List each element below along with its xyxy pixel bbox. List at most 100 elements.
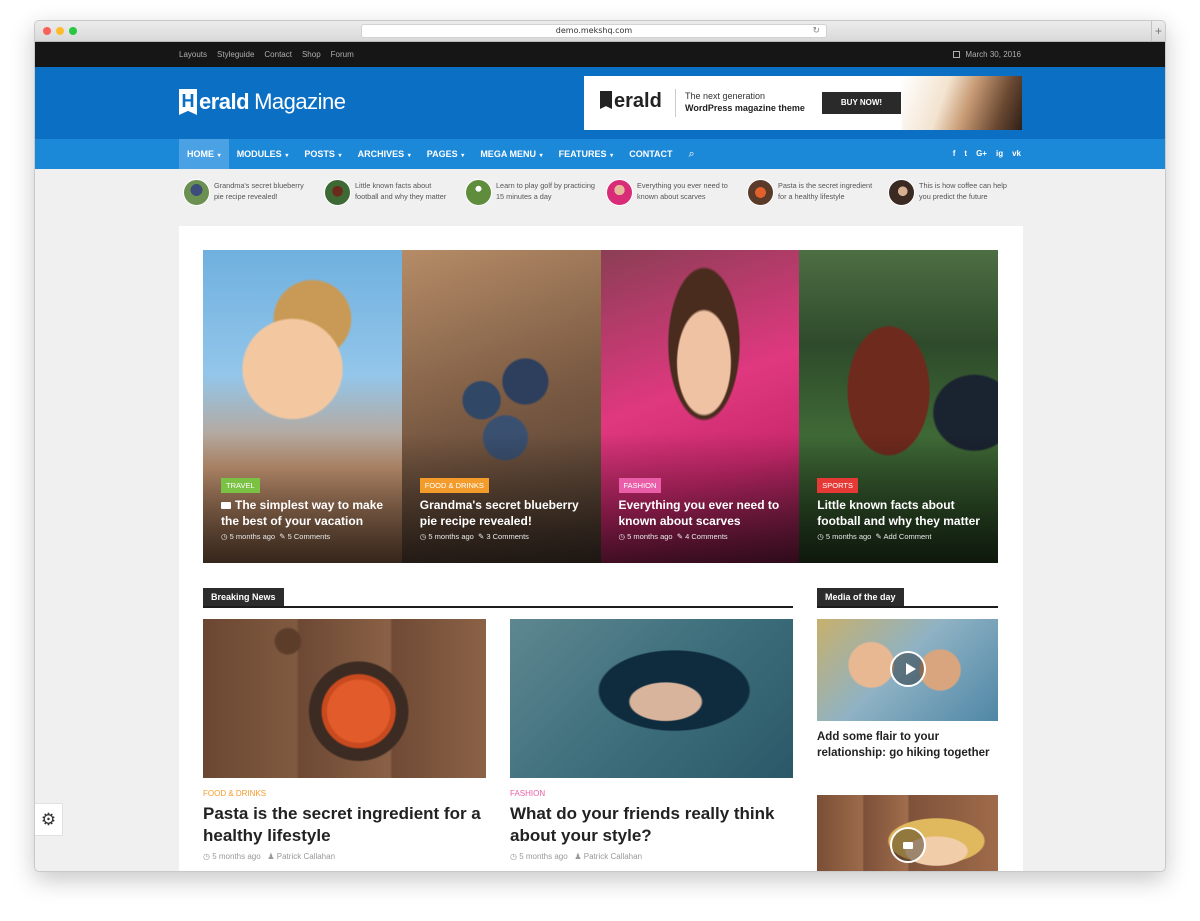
- banner-photo: [902, 76, 1022, 130]
- main-navigation: HOME ▾ MODULES ▾ POSTS ▾ ARCHIVES ▾ PAGE…: [35, 139, 1165, 169]
- post-meta: ◷ 5 months ago ♟ Patrick Callahan: [203, 852, 486, 861]
- ticker-title: Grandma's secret blueberry pie recipe re…: [214, 181, 304, 201]
- nav-label: FEATURES: [558, 149, 607, 159]
- featured-title[interactable]: Grandma's secret blueberry pie recipe re…: [420, 497, 588, 529]
- twitter-icon[interactable]: t: [964, 139, 967, 169]
- featured-card[interactable]: SPORTS Little known facts about football…: [799, 250, 998, 563]
- buy-now-button[interactable]: BUY NOW!: [822, 92, 901, 114]
- top-link-contact[interactable]: Contact: [264, 42, 292, 67]
- featured-card[interactable]: FASHION Everything you ever need to know…: [600, 250, 800, 563]
- breaking-post: FOOD & DRINKS Pasta is the secret ingred…: [203, 619, 486, 861]
- category-badge[interactable]: TRAVEL: [221, 478, 260, 493]
- top-link-styleguide[interactable]: Styleguide: [217, 42, 254, 67]
- reload-icon[interactable]: ↻: [812, 25, 820, 37]
- post-title[interactable]: What do your friends really think about …: [510, 803, 793, 847]
- logo-mark-icon: H: [179, 89, 197, 115]
- ticker-item[interactable]: Pasta is the secret ingredient for a hea…: [747, 179, 888, 219]
- nav-item-home[interactable]: HOME ▾: [179, 139, 229, 169]
- post-comments[interactable]: 5 Comments: [288, 532, 331, 541]
- post-author[interactable]: Patrick Callahan: [277, 852, 335, 861]
- post-author[interactable]: Patrick Callahan: [584, 852, 642, 861]
- header-banner-ad[interactable]: erald The next generation WordPress maga…: [584, 76, 1022, 130]
- post-time: 5 months ago: [627, 532, 673, 541]
- nav-label: ARCHIVES: [357, 149, 405, 159]
- nav-item-posts[interactable]: POSTS ▾: [296, 139, 349, 169]
- post-time: 5 months ago: [428, 532, 474, 541]
- nav-item-mega-menu[interactable]: MEGA MENU ▾: [472, 139, 550, 169]
- play-icon[interactable]: [890, 651, 926, 687]
- category-badge[interactable]: FOOD & DRINKS: [419, 478, 489, 493]
- breaking-news-header: Breaking News: [203, 588, 793, 608]
- ticker-item[interactable]: This is how coffee can help you predict …: [888, 179, 1029, 219]
- instagram-icon[interactable]: ig: [996, 139, 1003, 169]
- post-image[interactable]: [203, 619, 486, 778]
- nav-item-archives[interactable]: ARCHIVES ▾: [350, 139, 419, 169]
- site-header: H erald Magazine erald The next generati…: [35, 67, 1165, 139]
- post-image[interactable]: [510, 619, 793, 778]
- nav-item-features[interactable]: FEATURES ▾: [551, 139, 622, 169]
- banner-logo-icon: [600, 91, 612, 109]
- media-title[interactable]: Add some flair to your relationship: go …: [817, 729, 998, 761]
- media-item: [817, 795, 998, 871]
- top-link-layouts[interactable]: Layouts: [179, 42, 207, 67]
- ticker-title: Pasta is the secret ingredient for a hea…: [778, 181, 873, 201]
- top-link-shop[interactable]: Shop: [302, 42, 321, 67]
- nav-label: PAGES: [426, 149, 458, 159]
- minimize-window-button[interactable]: [56, 27, 64, 35]
- search-icon[interactable]: ⌕: [681, 139, 703, 169]
- featured-title[interactable]: Everything you ever need to known about …: [619, 497, 787, 529]
- new-tab-button[interactable]: +: [1151, 21, 1165, 41]
- clock-icon: ◷: [618, 532, 628, 541]
- post-category[interactable]: FOOD & DRINKS: [203, 789, 486, 798]
- site-logo[interactable]: H erald Magazine: [179, 89, 346, 115]
- address-bar[interactable]: demo.mekshq.com ↻: [361, 24, 827, 38]
- calendar-icon: [953, 51, 961, 58]
- banner-tagline-bold: WordPress magazine theme: [685, 103, 805, 113]
- banner-logo-text: erald: [614, 90, 662, 112]
- post-time: 5 months ago: [229, 532, 276, 541]
- close-window-button[interactable]: [43, 27, 51, 35]
- media-image[interactable]: [817, 619, 998, 721]
- settings-gear-icon[interactable]: ⚙: [35, 803, 63, 836]
- featured-card[interactable]: FOOD & DRINKS Grandma's secret blueberry…: [401, 250, 601, 563]
- ticker-item[interactable]: Everything you ever need to known about …: [606, 179, 747, 219]
- date-text: March 30, 2016: [965, 50, 1021, 59]
- main-content: TRAVEL The simplest way to make the best…: [179, 226, 1023, 871]
- ticker-item[interactable]: Grandma's secret blueberry pie recipe re…: [183, 179, 324, 219]
- breaking-post: FASHION What do your friends really thin…: [510, 619, 793, 861]
- nav-item-pages[interactable]: PAGES ▾: [419, 139, 473, 169]
- caret-down-icon: ▾: [406, 153, 411, 159]
- facebook-icon[interactable]: f: [953, 139, 956, 169]
- ticker-thumbnail: [747, 179, 774, 206]
- post-category[interactable]: FASHION: [510, 789, 793, 798]
- featured-card[interactable]: TRAVEL The simplest way to make the best…: [203, 250, 402, 563]
- post-comments[interactable]: 3 Comments: [486, 532, 529, 541]
- maximize-window-button[interactable]: [69, 27, 77, 35]
- nav-label: HOME: [187, 149, 214, 159]
- vk-icon[interactable]: vk: [1012, 139, 1021, 169]
- section-title: Breaking News: [203, 588, 284, 606]
- category-badge[interactable]: SPORTS: [817, 478, 858, 493]
- clock-icon: ◷: [221, 532, 230, 541]
- ticker-item[interactable]: Learn to play golf by practicing 15 minu…: [465, 179, 606, 219]
- banner-logo: erald: [600, 90, 662, 113]
- social-links: f t G+ ig vk: [953, 139, 1021, 169]
- featured-title[interactable]: Little known facts about football and wh…: [817, 497, 985, 529]
- nav-item-modules[interactable]: MODULES ▾: [229, 139, 297, 169]
- post-comments[interactable]: Add Comment: [883, 532, 931, 541]
- google-plus-icon[interactable]: G+: [976, 139, 987, 169]
- ticker-title: Little known facts about football and wh…: [355, 181, 447, 201]
- media-of-the-day-header: Media of the day: [817, 588, 998, 608]
- ticker-thumbnail: [465, 179, 492, 206]
- media-image[interactable]: [817, 795, 998, 871]
- nav-item-contact[interactable]: CONTACT: [621, 139, 680, 169]
- top-link-forum[interactable]: Forum: [331, 42, 354, 67]
- clock-icon: ◷: [817, 532, 826, 541]
- ticker-item[interactable]: Little known facts about football and wh…: [324, 179, 465, 219]
- camera-icon[interactable]: [890, 827, 926, 863]
- post-title[interactable]: Pasta is the secret ingredient for a hea…: [203, 803, 486, 847]
- featured-title[interactable]: The simplest way to make the best of you…: [221, 497, 389, 529]
- post-comments[interactable]: 4 Comments: [685, 532, 728, 541]
- logo-word: erald: [199, 89, 250, 114]
- category-badge[interactable]: FASHION: [618, 478, 662, 493]
